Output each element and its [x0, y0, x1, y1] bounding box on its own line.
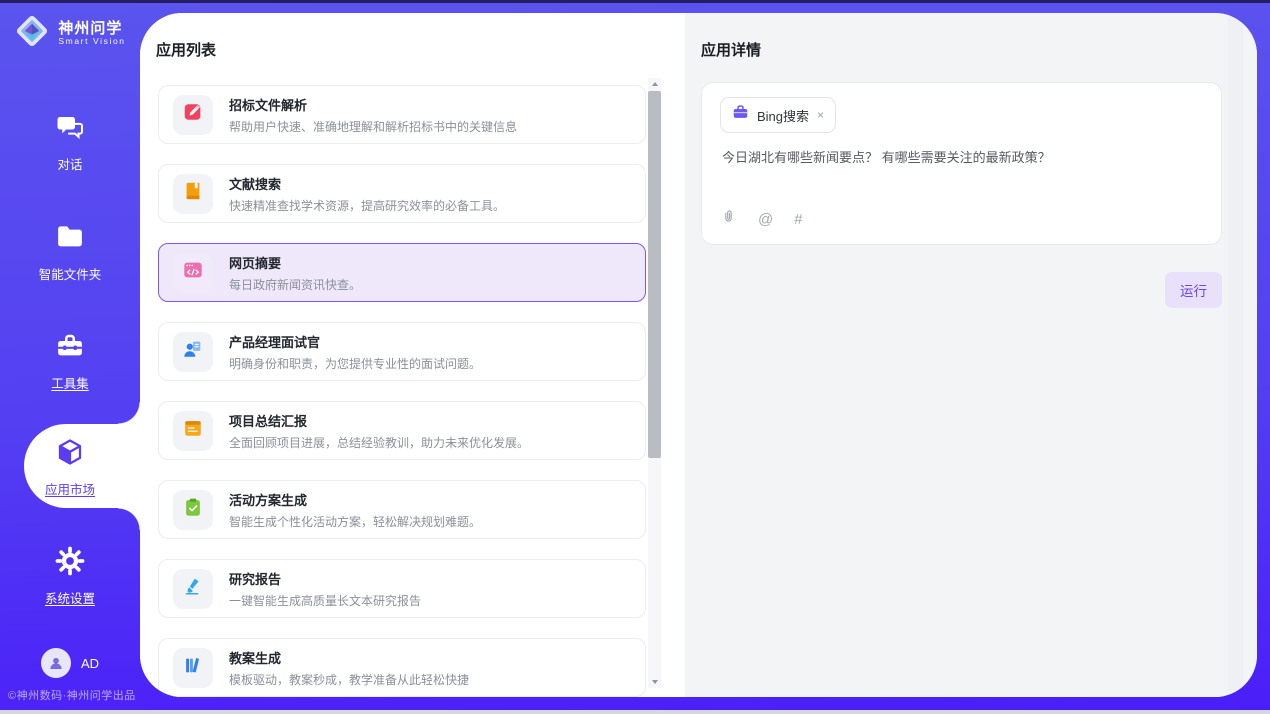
attachment-toolbar: @ # [720, 208, 803, 230]
app-name: 网页摘要 [229, 253, 361, 272]
app-desc: 一键智能生成高质量长文本研究报告 [229, 592, 421, 609]
app-list-panel: 应用列表 招标文件解析 帮助用户快速、准确地理解和解析招标书中的关键信息 [140, 13, 685, 697]
app-icon-tile [173, 174, 213, 214]
app-icon-tile [173, 648, 213, 688]
avatar [41, 648, 71, 678]
diamond-logo-icon [14, 13, 50, 54]
browser-code-icon [182, 259, 204, 286]
app-desc: 明确身份和职责，为您提供专业性的面试问题。 [229, 355, 481, 372]
window-bottom-edge [0, 710, 1270, 714]
app-name: 活动方案生成 [229, 490, 481, 509]
chat-icon [55, 112, 85, 147]
sidebar-item-label: 应用市场 [45, 479, 95, 498]
pen-edit-icon [182, 101, 204, 128]
app-name: 文献搜索 [229, 174, 505, 193]
app-card-event-plan[interactable]: 活动方案生成 智能生成个性化活动方案，轻松解决规划难题。 [158, 480, 646, 539]
app-list-title: 应用列表 [156, 39, 216, 60]
app-icon-tile [173, 490, 213, 530]
app-desc: 全面回顾项目进展，总结经验教训，助力未来优化发展。 [229, 434, 529, 451]
run-button[interactable]: 运行 [1165, 272, 1222, 308]
app-name: 产品经理面试官 [229, 332, 481, 351]
sidebar-item-settings[interactable]: 系统设置 [0, 546, 140, 607]
books-icon [182, 654, 204, 681]
close-icon[interactable]: × [817, 109, 824, 121]
prompt-card: Bing搜索 × 今日湖北有哪些新闻要点？ 有哪些需要关注的最新政策？ @ # [701, 82, 1222, 245]
app-card-web-summary[interactable]: 网页摘要 每日政府新闻资讯快查。 [158, 243, 646, 302]
app-name: 研究报告 [229, 569, 421, 588]
app-detail-title: 应用详情 [701, 39, 761, 60]
app-desc: 帮助用户快速、准确地理解和解析招标书中的关键信息 [229, 118, 517, 135]
list-scrollbar[interactable] [648, 78, 661, 688]
folder-icon [55, 222, 85, 257]
app-name: 项目总结汇报 [229, 411, 529, 430]
app-icon-tile [173, 95, 213, 135]
gear-icon [55, 546, 85, 581]
sidebar-item-smart-folder[interactable]: 智能文件夹 [0, 222, 140, 283]
sidebar-item-label: 对话 [57, 154, 82, 173]
app-icon-tile [173, 332, 213, 372]
app-card-literature-search[interactable]: 文献搜索 快速精准查找学术资源，提高研究效率的必备工具。 [158, 164, 646, 223]
app-card-tender-parse[interactable]: 招标文件解析 帮助用户快速、准确地理解和解析招标书中的关键信息 [158, 85, 646, 144]
sidebar-item-label: 智能文件夹 [39, 264, 102, 283]
user-initials: AD [81, 656, 99, 671]
app-card-project-summary[interactable]: 项目总结汇报 全面回顾项目进展，总结经验教训，助力未来优化发展。 [158, 401, 646, 460]
sidebar-item-label: 系统设置 [45, 588, 95, 607]
prompt-text[interactable]: 今日湖北有哪些新闻要点？ 有哪些需要关注的最新政策？ [722, 148, 1201, 168]
cube-icon [55, 437, 85, 472]
paperclip-icon[interactable] [720, 208, 737, 230]
copyright-footer: ©神州数码·神州问学出品 [8, 687, 136, 703]
app-card-pm-interviewer[interactable]: 产品经理面试官 明确身份和职责，为您提供专业性的面试问题。 [158, 322, 646, 381]
ink-bottle-icon [182, 575, 204, 602]
mention-icon[interactable]: @ [758, 211, 773, 228]
sidebar: 神州问学 Smart Vision 对话 智能文件夹 [0, 0, 140, 714]
app-detail-panel: 应用详情 Bing搜索 × 今日湖北有哪些新闻要点？ 有哪些需要关注的最新政策？ [685, 13, 1257, 697]
hash-icon[interactable]: # [794, 211, 802, 228]
scrollbar-thumb[interactable] [648, 91, 661, 458]
detail-scrollbar-track[interactable] [1228, 13, 1243, 697]
app-card-lesson-plan[interactable]: 教案生成 模板驱动，教案秒成，教学准备从此轻松快捷 [158, 638, 646, 697]
brand-tagline: Smart Vision [58, 37, 125, 46]
app-icon-tile [173, 569, 213, 609]
scrollbar-up-arrow-icon[interactable] [648, 78, 661, 90]
app-icon-tile [173, 253, 213, 293]
bubble-curve-bottom [118, 508, 140, 530]
clipboard-check-icon [182, 496, 204, 523]
app-name: 招标文件解析 [229, 95, 517, 114]
app-desc: 快速精准查找学术资源，提高研究效率的必备工具。 [229, 197, 505, 214]
app-desc: 模板驱动，教案秒成，教学准备从此轻松快捷 [229, 671, 469, 688]
app-card-list: 招标文件解析 帮助用户快速、准确地理解和解析招标书中的关键信息 文献搜索 [158, 85, 646, 697]
app-desc: 每日政府新闻资讯快查。 [229, 276, 361, 293]
interviewer-icon [182, 338, 204, 365]
content-sheet: 应用列表 招标文件解析 帮助用户快速、准确地理解和解析招标书中的关键信息 [140, 13, 1257, 697]
sidebar-item-chat[interactable]: 对话 [0, 112, 140, 173]
app-name: 教案生成 [229, 648, 469, 667]
book-icon [182, 180, 204, 207]
window-top-edge [0, 0, 1270, 3]
brand-name: 神州问学 [58, 21, 125, 38]
sidebar-item-toolset[interactable]: 工具集 [0, 331, 140, 392]
scrollbar-down-arrow-icon[interactable] [648, 676, 661, 688]
toolbox-icon [55, 331, 85, 366]
calendar-notes-icon [182, 417, 204, 444]
app-desc: 智能生成个性化活动方案，轻松解决规划难题。 [229, 513, 481, 530]
tool-tag-bing-search[interactable]: Bing搜索 × [720, 97, 836, 133]
bubble-curve-top [118, 402, 140, 424]
tool-tag-label: Bing搜索 [757, 106, 809, 125]
brand-logo: 神州问学 Smart Vision [0, 13, 140, 54]
app-card-research-report[interactable]: 研究报告 一键智能生成高质量长文本研究报告 [158, 559, 646, 618]
user-account[interactable]: AD [0, 648, 140, 678]
app-icon-tile [173, 411, 213, 451]
briefcase-icon [732, 104, 749, 126]
sidebar-item-app-market[interactable]: 应用市场 [0, 437, 140, 498]
sidebar-item-label: 工具集 [51, 373, 89, 392]
